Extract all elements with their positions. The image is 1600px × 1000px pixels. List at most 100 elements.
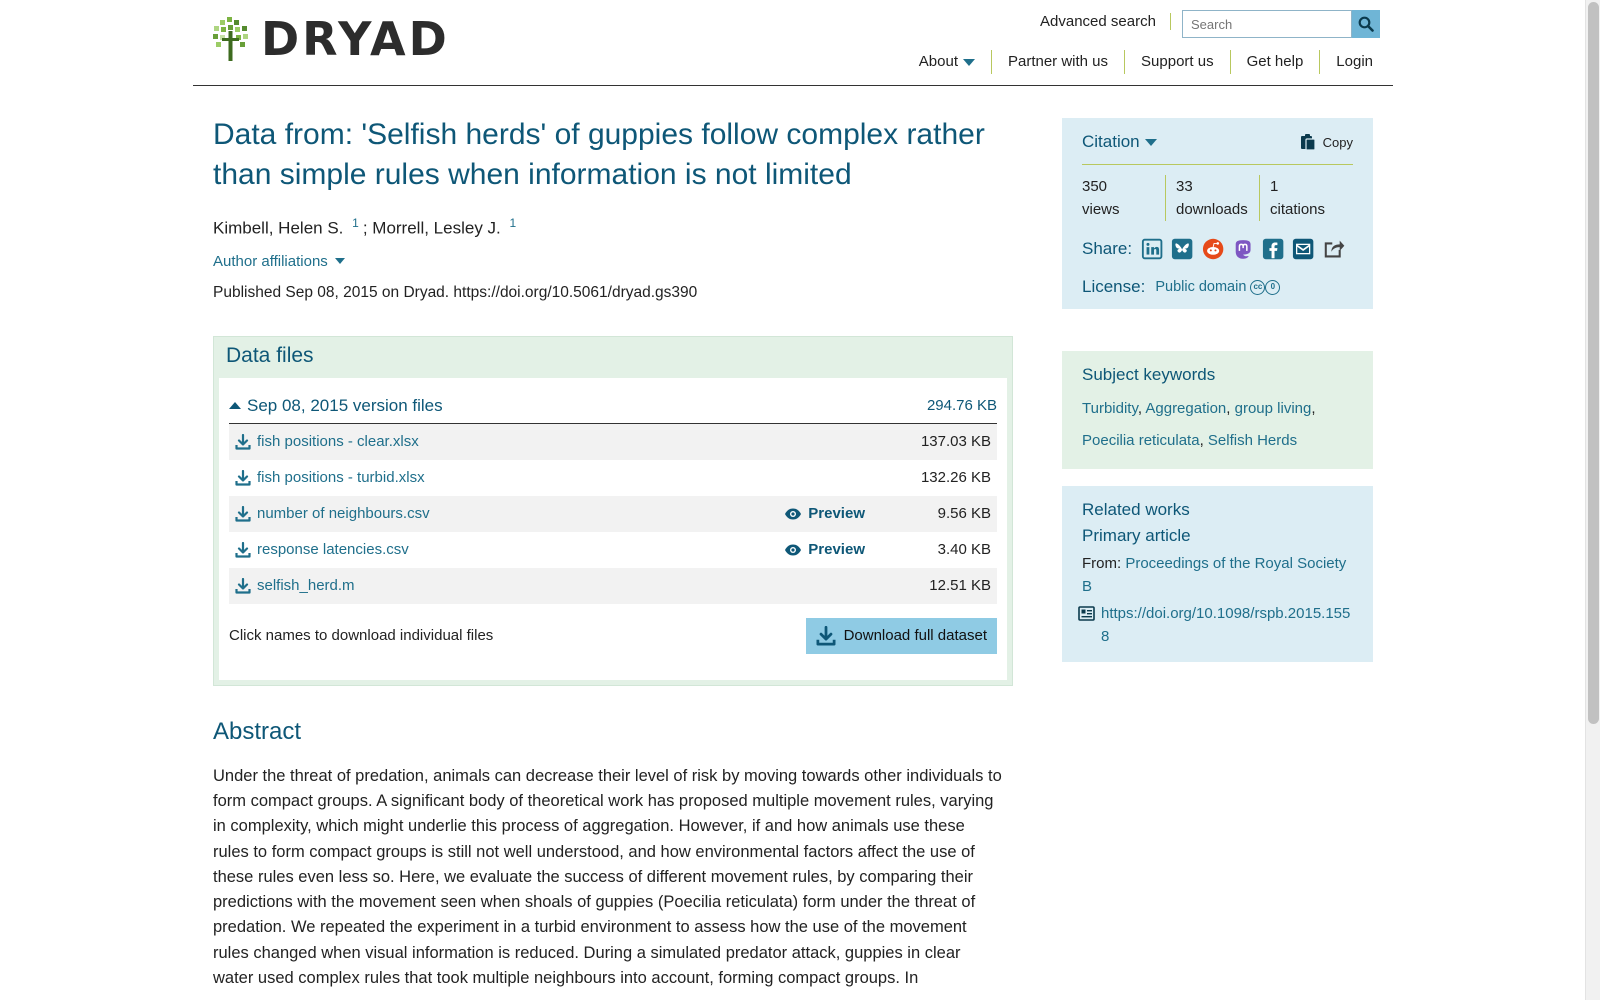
journal-link[interactable]: Proceedings of the Royal Society B — [1082, 555, 1346, 595]
primary-article-heading: Primary article — [1082, 526, 1191, 545]
file-row: selfish_herd.m 12.51 KB — [229, 567, 997, 604]
preview-label: Preview — [808, 505, 865, 523]
caret-down-icon — [962, 58, 975, 66]
author-affiliations-toggle[interactable]: Author affiliations — [213, 253, 1013, 270]
preview-label: Preview — [808, 541, 865, 559]
keyword-link[interactable]: Poecilia reticulata — [1082, 432, 1200, 449]
copy-citation-button[interactable]: Copy — [1299, 133, 1353, 151]
share-row: Share: — [1082, 237, 1353, 261]
logo-text: DRYAD — [261, 12, 450, 66]
bluesky-icon[interactable] — [1171, 237, 1193, 261]
keywords-panel: Subject keywords Turbidity, Aggregation,… — [1062, 351, 1373, 469]
author-list: Kimbell, Helen S. 1; Morrell, Lesley J. … — [213, 215, 1013, 239]
mastodon-icon[interactable] — [1232, 237, 1254, 261]
version-title: Sep 08, 2015 version files — [247, 395, 443, 415]
file-size: 12.51 KB — [929, 577, 991, 595]
cc-zero-icon: cc 0 — [1250, 279, 1281, 295]
linkedin-icon[interactable] — [1141, 237, 1163, 261]
keyword-link[interactable]: Aggregation — [1145, 400, 1226, 417]
nav-about-label: About — [918, 53, 958, 70]
share-icon[interactable] — [1323, 237, 1345, 261]
clipboard-icon — [1300, 134, 1316, 151]
search-icon — [1358, 16, 1374, 32]
page-scrollbar[interactable] — [1585, 0, 1600, 1000]
site-header: DRYAD Advanced search About Partner with… — [193, 0, 1393, 86]
article-icon — [1078, 606, 1095, 621]
author-affiliations-label: Author affiliations — [213, 252, 328, 270]
abstract-text: Under the threat of predation, animals c… — [213, 766, 1002, 988]
file-download-link[interactable]: fish positions - clear.xlsx — [257, 433, 911, 450]
citation-panel: Citation Copy 350 views 33 downloads 1 c… — [1062, 118, 1373, 309]
metric-citations: 1 citations — [1259, 175, 1353, 221]
preview-button[interactable]: Preview — [784, 541, 865, 558]
author-name: Morrell, Lesley J. — [372, 218, 501, 238]
doi-link[interactable]: https://doi.org/10.1098/rspb.2015.1558 — [1101, 602, 1353, 648]
search-input[interactable] — [1182, 10, 1352, 38]
license-link[interactable]: Public domain — [1155, 279, 1246, 295]
metric-label: downloads — [1176, 201, 1248, 218]
download-icon — [235, 433, 251, 450]
download-icon — [235, 541, 251, 558]
data-files-heading: Data files — [226, 343, 314, 367]
caret-down-icon — [334, 258, 345, 265]
file-download-link[interactable]: number of neighbours.csv — [257, 505, 784, 522]
from-label: From: — [1082, 555, 1122, 572]
dryad-logo[interactable]: DRYAD — [213, 16, 450, 62]
primary-article-source: From: Proceedings of the Royal Society B — [1082, 552, 1353, 598]
related-works-heading: Related works — [1082, 500, 1190, 519]
usage-metrics: 350 views 33 downloads 1 citations — [1082, 165, 1353, 223]
metric-value: 1 — [1270, 178, 1279, 195]
file-download-link[interactable]: selfish_herd.m — [257, 577, 911, 594]
main-content: Data from: 'Selfish herds' of guppies fo… — [213, 115, 1013, 991]
advanced-search-link[interactable]: Advanced search — [1040, 13, 1171, 30]
share-label: Share: — [1082, 239, 1133, 258]
preview-button[interactable]: Preview — [784, 505, 865, 522]
caret-down-icon — [1144, 138, 1157, 146]
file-download-link[interactable]: response latencies.csv — [257, 541, 784, 558]
eye-icon — [785, 544, 802, 556]
search-form — [1182, 10, 1380, 38]
download-icon — [235, 505, 251, 522]
abstract-heading: Abstract — [213, 717, 302, 745]
related-works-panel: Related works Primary article From: Proc… — [1062, 486, 1373, 662]
data-files-panel: Data files Sep 08, 2015 version files 29… — [213, 335, 1013, 686]
author-name: Kimbell, Helen S. — [213, 218, 344, 238]
metric-value: 350 — [1082, 178, 1108, 195]
keyword-link[interactable]: Selfish Herds — [1208, 432, 1297, 449]
scrollbar-thumb[interactable] — [1588, 2, 1599, 724]
nav-about[interactable]: About — [903, 50, 991, 74]
version-size: 294.76 KB — [926, 397, 997, 415]
citation-toggle[interactable]: Citation — [1082, 132, 1157, 152]
search-button[interactable] — [1352, 10, 1380, 38]
nav-login[interactable]: Login — [1319, 50, 1373, 74]
dataset-title: Data from: 'Selfish herds' of guppies fo… — [213, 118, 985, 191]
keyword-list: Turbidity, Aggregation, group living, Po… — [1082, 400, 1316, 449]
download-icon — [235, 577, 251, 594]
nav-partner[interactable]: Partner with us — [990, 50, 1124, 74]
affiliation-ref-link[interactable]: 1 — [352, 216, 359, 230]
license-row: License: Public domain cc 0 — [1082, 277, 1353, 297]
file-size: 132.26 KB — [920, 469, 991, 487]
primary-article-doi: https://doi.org/10.1098/rspb.2015.1558 — [1078, 602, 1353, 648]
keyword-link[interactable]: group living — [1235, 400, 1312, 417]
metric-label: views — [1082, 201, 1120, 218]
file-row: fish positions - turbid.xlsx 132.26 KB — [229, 460, 997, 496]
file-size: 9.56 KB — [937, 505, 991, 523]
download-icon — [816, 625, 836, 646]
file-size: 3.40 KB — [937, 541, 991, 559]
reddit-icon[interactable] — [1202, 237, 1224, 261]
keyword-link[interactable]: Turbidity — [1082, 400, 1138, 417]
file-row: number of neighbours.csv Preview 9.56 KB — [229, 495, 997, 532]
caret-up-icon — [229, 402, 241, 410]
facebook-icon[interactable] — [1262, 237, 1284, 261]
nav-help[interactable]: Get help — [1229, 50, 1320, 74]
affiliation-ref-link[interactable]: 1 — [510, 216, 517, 230]
data-files-list: Sep 08, 2015 version files 294.76 KB fis… — [219, 377, 1007, 680]
published-line: Published Sep 08, 2015 on Dryad. https:/… — [213, 283, 698, 301]
nav-support[interactable]: Support us — [1124, 50, 1230, 74]
email-icon[interactable] — [1292, 237, 1314, 261]
version-toggle[interactable]: Sep 08, 2015 version files — [229, 396, 443, 416]
file-download-link[interactable]: fish positions - turbid.xlsx — [257, 469, 911, 486]
version-header[interactable]: Sep 08, 2015 version files 294.76 KB — [229, 390, 997, 424]
download-full-dataset-button[interactable]: Download full dataset — [805, 617, 997, 654]
